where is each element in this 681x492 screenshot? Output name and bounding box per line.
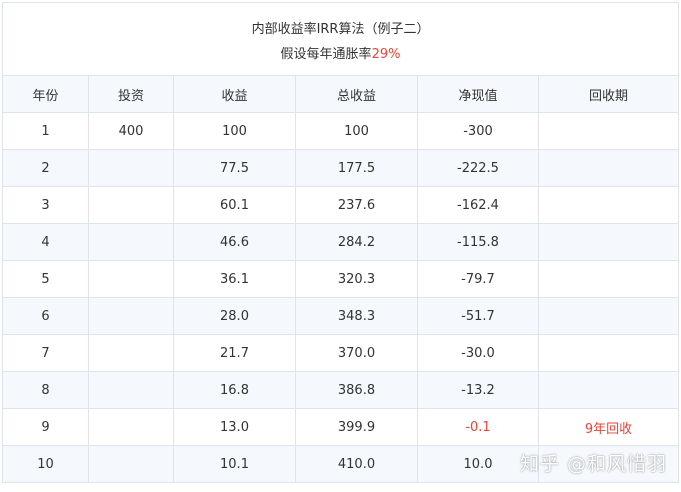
header-row: 年份 投资 收益 总收益 净现值 回收期 [2, 75, 680, 113]
header-payback: 回收期 [537, 75, 680, 113]
cell-year: 1 [2, 112, 89, 150]
cell-payback [537, 149, 680, 187]
cell-year: 7 [2, 334, 89, 372]
cell-investment [88, 186, 174, 224]
cell-income: 77.5 [173, 149, 296, 187]
table-row: 7 21.7 370.0 -30.0 [2, 334, 680, 372]
cell-npv: -115.8 [417, 223, 539, 261]
table-row: 1 400 100 100 -300 [2, 112, 680, 150]
header-npv: 净现值 [417, 75, 539, 113]
cell-income: 10.1 [173, 445, 296, 483]
cell-year: 9 [2, 408, 89, 446]
header-investment: 投资 [88, 75, 174, 113]
cell-year: 6 [2, 297, 89, 335]
table-subtitle: 假设每年通胀率29% [1, 39, 680, 76]
table-title: 内部收益率IRR算法（例子二） [1, 2, 680, 39]
watermark: 知乎 @和风惜羽 [519, 453, 667, 475]
cell-npv: -13.2 [417, 371, 539, 409]
cell-investment [88, 149, 174, 187]
cell-npv: -51.7 [417, 297, 539, 335]
cell-investment [88, 445, 174, 483]
header-income: 收益 [173, 75, 296, 113]
title-row: 内部收益率IRR算法（例子二） [1, 2, 680, 39]
table-row: 3 60.1 237.6 -162.4 [2, 186, 680, 224]
cell-total: 320.3 [295, 260, 418, 298]
cell-year: 10 [2, 445, 89, 483]
subtitle-prefix: 假设每年通胀率 [280, 47, 372, 62]
cell-payback-highlight: 9年回收 [537, 408, 680, 446]
cell-income: 21.7 [173, 334, 296, 372]
cell-year: 3 [2, 186, 89, 224]
cell-npv: -30.0 [417, 334, 539, 372]
table-row: 6 28.0 348.3 -51.7 [2, 297, 680, 335]
cell-total: 284.2 [295, 223, 418, 261]
table-row: 8 16.8 386.8 -13.2 [2, 371, 680, 409]
cell-income: 16.8 [173, 371, 296, 409]
cell-income: 36.1 [173, 260, 296, 298]
cell-total: 100 [295, 112, 418, 150]
cell-npv-highlight: -0.1 [417, 408, 539, 446]
cell-income: 13.0 [173, 408, 296, 446]
cell-investment [88, 297, 174, 335]
table-row: 9 13.0 399.9 -0.1 9年回收 [2, 408, 680, 446]
table-row: 2 77.5 177.5 -222.5 [2, 149, 680, 187]
cell-payback [537, 223, 680, 261]
cell-npv: -162.4 [417, 186, 539, 224]
cell-investment [88, 371, 174, 409]
table-row: 5 36.1 320.3 -79.7 [2, 260, 680, 298]
cell-payback [537, 260, 680, 298]
cell-total: 370.0 [295, 334, 418, 372]
cell-year: 8 [2, 371, 89, 409]
cell-investment [88, 223, 174, 261]
cell-year: 5 [2, 260, 89, 298]
subtitle-row: 假设每年通胀率29% [1, 39, 680, 76]
cell-npv: -300 [417, 112, 539, 150]
cell-total: 237.6 [295, 186, 418, 224]
cell-investment: 400 [88, 112, 174, 150]
cell-payback [537, 371, 680, 409]
cell-year: 2 [2, 149, 89, 187]
cell-income: 46.6 [173, 223, 296, 261]
cell-total: 399.9 [295, 408, 418, 446]
cell-investment [88, 408, 174, 446]
cell-income: 60.1 [173, 186, 296, 224]
header-total-income: 总收益 [295, 75, 418, 113]
cell-npv: -79.7 [417, 260, 539, 298]
cell-total: 386.8 [295, 371, 418, 409]
cell-year: 4 [2, 223, 89, 261]
cell-payback [537, 297, 680, 335]
cell-total: 348.3 [295, 297, 418, 335]
cell-total: 410.0 [295, 445, 418, 483]
cell-total: 177.5 [295, 149, 418, 187]
header-year: 年份 [2, 75, 89, 113]
cell-income: 28.0 [173, 297, 296, 335]
cell-income: 100 [173, 112, 296, 150]
inflation-rate: 29% [371, 47, 401, 62]
irr-table: 内部收益率IRR算法（例子二） 假设每年通胀率29% 年份 投资 收益 总收益 … [1, 2, 680, 483]
table-row: 4 46.6 284.2 -115.8 [2, 223, 680, 261]
cell-investment [88, 334, 174, 372]
cell-payback [537, 112, 680, 150]
cell-payback [537, 334, 680, 372]
cell-payback [537, 186, 680, 224]
cell-npv: -222.5 [417, 149, 539, 187]
cell-investment [88, 260, 174, 298]
